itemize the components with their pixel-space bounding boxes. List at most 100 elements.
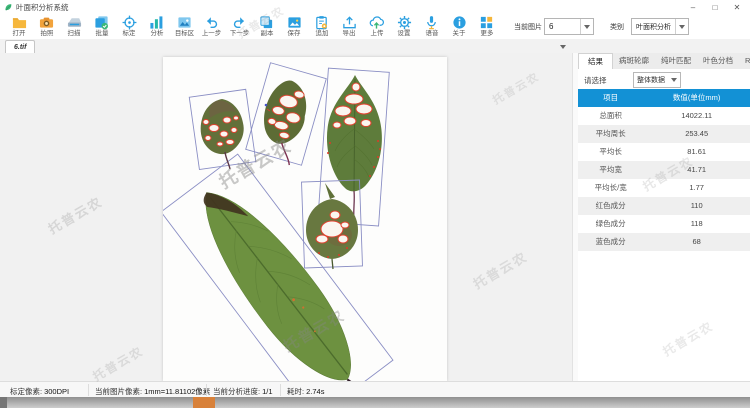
data-selector-row: 请选择 整体数据 <box>578 69 750 89</box>
table-row[interactable]: 红色成分110 <box>578 197 750 215</box>
image-canvas[interactable] <box>0 53 572 381</box>
toolbar-button-label: 语音 <box>425 30 438 37</box>
maximize-button[interactable]: □ <box>704 1 726 14</box>
toolbar-button-label: 设置 <box>398 30 411 37</box>
category-select[interactable]: 叶面积分析 <box>631 18 689 35</box>
current-image-value: 6 <box>545 22 580 31</box>
toolbar-button-batch[interactable]: 批量 <box>89 14 115 39</box>
status-value: 1/1 <box>262 387 272 396</box>
row-label: 平均长 <box>578 143 643 161</box>
category-label: 类别 <box>610 22 624 32</box>
toolbar-button-redo[interactable]: 下一步 <box>226 14 252 39</box>
document-tab-active[interactable]: 6.tif <box>5 40 35 54</box>
row-label: 蓝色成分 <box>578 233 643 251</box>
status-value: 1mm=11.81102像素 <box>144 387 210 396</box>
toolbar-button-label: 上传 <box>370 30 383 37</box>
data-scope-value: 整体数据 <box>634 75 671 85</box>
results-tab-4[interactable]: RHS比色卡 <box>739 53 750 69</box>
toolbar-button-append[interactable]: 追加 <box>309 14 335 39</box>
toolbar-button-export[interactable]: 导出 <box>336 14 362 39</box>
table-row[interactable]: 平均宽41.71 <box>578 161 750 179</box>
row-label: 红色成分 <box>578 197 643 215</box>
toolbar-button-label: 标定 <box>123 30 136 37</box>
row-value: 81.61 <box>643 143 750 161</box>
status-bar: 标定像素:300DPI当前图片像素:1mm=11.81102像素当前分析进度:1… <box>0 381 750 398</box>
status-value: 300DPI <box>44 387 69 396</box>
toolbar-button-gear[interactable]: 设置 <box>391 14 417 39</box>
row-label: 绿色成分 <box>578 215 643 233</box>
toolbar-button-image-region[interactable]: 目标区 <box>171 14 197 39</box>
toolbar-button-label: 关于 <box>453 30 466 37</box>
close-button[interactable]: ✕ <box>726 1 748 14</box>
table-row[interactable]: 蓝色成分68 <box>578 233 750 251</box>
table-row[interactable]: 绿色成分118 <box>578 215 750 233</box>
data-scope-select[interactable]: 整体数据 <box>633 72 681 88</box>
info-icon <box>452 15 467 30</box>
current-image-spinner[interactable]: 6 <box>544 18 594 35</box>
toolbar-button-save-image[interactable]: 保存 <box>281 14 307 39</box>
toolbar-button-scanner[interactable]: 扫描 <box>61 14 87 39</box>
table-row[interactable]: 平均长81.61 <box>578 143 750 161</box>
leaf-stem <box>347 373 371 381</box>
chevron-down-icon[interactable] <box>675 19 688 34</box>
save-image-icon <box>287 15 302 30</box>
microphone-icon <box>424 15 439 30</box>
batch-icon <box>94 15 109 30</box>
status-item-3: 耗时:2.74s <box>287 386 324 397</box>
crosshair-icon <box>122 15 137 30</box>
toolbar-button-label: 批量 <box>95 30 108 37</box>
results-tab-2[interactable]: 纯叶匹配 <box>655 53 697 69</box>
toolbar: 打开拍照扫描批量标定分析目标区上一步下一步副本保存追加导出上传设置语音关于更多 … <box>0 14 750 39</box>
table-row[interactable]: 总面积14022.11 <box>578 107 750 125</box>
status-label: 耗时: <box>287 387 304 396</box>
main-area: 结果病斑轮廓纯叶匹配叶色分档RHS比色卡 请选择 整体数据 项目 数值(单位mm… <box>0 53 750 381</box>
chevron-down-icon <box>671 78 677 82</box>
title-bar: 叶面积分析系统 – □ ✕ <box>0 0 750 14</box>
row-value: 110 <box>643 197 750 215</box>
row-value: 14022.11 <box>643 107 750 125</box>
bottom-strip <box>0 397 750 408</box>
chevron-down-icon[interactable] <box>580 19 593 34</box>
toolbar-button-folder[interactable]: 打开 <box>6 14 32 39</box>
damaged-leaf-4 <box>306 183 358 269</box>
results-tab-0[interactable]: 结果 <box>578 53 613 70</box>
row-value: 1.77 <box>643 179 750 197</box>
toolbar-button-info[interactable]: 关于 <box>446 14 472 39</box>
toolbar-button-bar-chart[interactable]: 分析 <box>144 14 170 39</box>
table-row[interactable]: 平均长/宽1.77 <box>578 179 750 197</box>
toolbar-button-upload-cloud[interactable]: 上传 <box>364 14 390 39</box>
damaged-leaf-1 <box>201 99 244 169</box>
toolbar-items: 打开拍照扫描批量 标定 分析 目标区上一步下一步副本保存追加导出上传 设置 语音 关于 更多 <box>6 14 500 39</box>
bottom-strip-accent-segment <box>193 397 215 408</box>
row-label: 总面积 <box>578 107 643 125</box>
toolbar-button-copy[interactable]: 副本 <box>254 14 280 39</box>
results-tab-1[interactable]: 病斑轮廓 <box>613 53 655 69</box>
document-tab-bar: 6.tif <box>0 39 750 54</box>
append-icon <box>314 15 329 30</box>
results-tab-3[interactable]: 叶色分档 <box>697 53 739 69</box>
toolbar-right-controls: 当前图片 6 类别 叶面积分析 <box>512 14 692 39</box>
scanner-icon <box>67 15 82 30</box>
tab-list-dropdown[interactable] <box>556 42 570 51</box>
toolbar-button-more-grid[interactable]: 更多 <box>474 14 500 39</box>
minimize-button[interactable]: – <box>682 1 704 14</box>
toolbar-button-label: 上一步 <box>202 30 221 37</box>
redo-icon <box>232 15 247 30</box>
row-value: 253.45 <box>643 125 750 143</box>
toolbar-button-crosshair[interactable]: 标定 <box>116 14 142 39</box>
status-item-2: 当前分析进度:1/1 <box>213 386 273 397</box>
toolbar-button-camera[interactable]: 拍照 <box>34 14 60 39</box>
toolbar-button-undo[interactable]: 上一步 <box>199 14 225 39</box>
status-item-1: 当前图片像素:1mm=11.81102像素 <box>95 386 210 397</box>
results-table: 项目 数值(单位mm) 总面积14022.11平均周长253.45平均长81.6… <box>578 89 750 251</box>
undo-icon <box>204 15 219 30</box>
row-value: 118 <box>643 215 750 233</box>
toolbar-button-label: 分析 <box>150 30 163 37</box>
row-label: 平均宽 <box>578 161 643 179</box>
window-title: 叶面积分析系统 <box>16 2 69 13</box>
bottom-strip-dark-segment <box>0 397 7 408</box>
analysis-image[interactable] <box>163 57 447 381</box>
column-header-value: 数值(单位mm) <box>643 89 750 107</box>
table-row[interactable]: 平均周长253.45 <box>578 125 750 143</box>
toolbar-button-microphone[interactable]: 语音 <box>419 14 445 39</box>
